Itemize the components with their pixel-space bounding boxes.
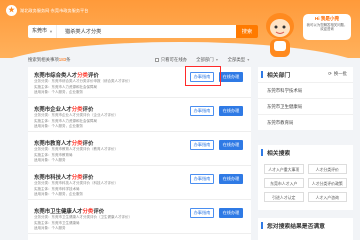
result-audience: 适用对象：个人服务，企业服务	[34, 124, 83, 128]
chevron-down-icon: ▼	[49, 29, 53, 34]
result-count-suffix: 条	[66, 57, 71, 62]
related-search-title: 相关搜索	[267, 151, 291, 157]
related-departments-title: 相关部门	[267, 73, 291, 79]
search-tag[interactable]: 引进人才认定	[264, 192, 304, 202]
online-apply-button[interactable]: 在线办理	[219, 106, 243, 116]
result-category: 业务分类：东莞市企业人才分类评价（企业人才评价）	[34, 113, 118, 117]
mascot-icon[interactable]	[262, 12, 298, 62]
dept-filter-label: 全部部门	[196, 57, 214, 62]
type-filter-label: 全部类型	[227, 57, 246, 62]
result-category: 业务分类：东莞市教育人才分类评价（教育人才评价）	[34, 147, 118, 151]
related-departments-header: 相关部门 ⟳ 换一批	[258, 67, 353, 82]
site-logo[interactable]: ★ 湖北政务服务网·东莞市政务服务平台	[6, 5, 88, 16]
result-audience: 适用对象：个人服务，企业服务	[34, 192, 83, 196]
guide-button[interactable]: 办事指南	[190, 174, 214, 184]
search-tag[interactable]: 人才分类评价	[307, 164, 347, 174]
online-only-checkbox[interactable]: 只看可在线办	[154, 57, 188, 63]
refresh-label: 换一批	[333, 71, 347, 76]
feedback-panel: 您对搜索结果是否满意	[258, 218, 353, 240]
related-search-tags: 人才入户重大事项 人才分类评价 东莞市人才入户 人才分类评价政策 引进人才认定 …	[258, 160, 353, 208]
department-link[interactable]: 东莞市教育局	[258, 114, 353, 130]
search-button[interactable]: 搜索	[236, 25, 258, 38]
guide-button[interactable]: 办事指南	[190, 106, 214, 116]
result-audience: 适用对象：个人服务	[34, 226, 66, 230]
chevron-down-icon: ▼	[215, 58, 219, 62]
related-search-panel: 相关搜索 人才入户重大事项 人才分类评价 东莞市人才入户 人才分类评价政策 引进…	[258, 145, 353, 210]
result-item: 东莞市企业人才分类评价 业务分类：东莞市企业人才分类评价（企业人才评价） 实施主…	[28, 101, 251, 132]
search-tag[interactable]: 人才入户咨询	[307, 192, 347, 202]
result-item: 东莞市教育人才分类评价 业务分类：东莞市教育人才分类评价（教育人才评价） 实施主…	[28, 135, 251, 166]
online-apply-button[interactable]: 在线办理	[219, 174, 243, 184]
result-title[interactable]: 东莞市综合类人才分类评价	[34, 71, 99, 79]
assistant-bubble-title: Hi 我是小莞	[314, 16, 340, 21]
related-search-header: 相关搜索	[258, 145, 353, 160]
result-audience: 适用对象：个人服务	[34, 158, 66, 162]
result-agency: 实施主体：东莞市人力资源和社会保障局	[34, 118, 97, 123]
result-category: 业务分类：东莞市卫生健康人才分类评价（卫生健康人才评价）	[34, 215, 132, 219]
chevron-down-icon: ▼	[246, 58, 250, 62]
result-category: 业务分类：东莞市科技人才分类评价（科技人才评价）	[34, 181, 118, 185]
result-count: 搜索到相关事项183条	[28, 57, 70, 63]
department-link[interactable]: 东莞市科学技术局	[258, 82, 353, 98]
result-title[interactable]: 东莞市科技人才分类评价	[34, 173, 93, 181]
search-tag[interactable]: 人才入户重大事项	[264, 164, 304, 174]
region-select-value: 东莞市	[32, 28, 48, 34]
result-count-number: 183	[58, 57, 67, 62]
highlight-box	[185, 66, 221, 86]
search-tag[interactable]: 人才分类评价政策	[307, 178, 347, 188]
result-agency: 实施主体：东莞市教育局	[34, 152, 73, 157]
type-filter-select[interactable]: 全部类型 ▼	[228, 57, 250, 63]
result-category: 业务分类：东莞市综合类人才分类评价申报（综合类人才评价）	[34, 79, 132, 83]
emblem-icon: ★	[6, 5, 17, 16]
result-agency: 实施主体：东莞市卫生健康局	[34, 220, 80, 225]
result-audience: 适用对象：个人服务，企业服务	[34, 90, 83, 94]
online-apply-button[interactable]: 在线办理	[219, 208, 243, 218]
assistant-bubble-text: 我可以为您解答相关问题，欢迎咨询	[306, 23, 348, 32]
site-logo-text: 湖北政务服务网·东莞市政务服务平台	[20, 7, 89, 13]
result-title[interactable]: 东莞市企业人才分类评价	[34, 105, 93, 113]
refresh-icon: ⟳	[328, 71, 332, 76]
result-list: 东莞市综合类人才分类评价 业务分类：东莞市综合类人才分类评价申报（综合类人才评价…	[28, 67, 251, 240]
result-agency: 实施主体：东莞市人力资源和社会保障局	[34, 84, 97, 89]
refresh-button[interactable]: ⟳ 换一批	[328, 71, 347, 77]
search-bar: 东莞市 ▼ 搜索	[28, 25, 258, 38]
online-apply-button[interactable]: 在线办理	[219, 140, 243, 150]
result-title[interactable]: 东莞市教育人才分类评价	[34, 139, 93, 147]
feedback-header: 您对搜索结果是否满意	[258, 218, 353, 233]
result-item: 东莞市科技人才分类评价 业务分类：东莞市科技人才分类评价（科技人才评价） 实施主…	[28, 169, 251, 200]
checkbox-icon	[154, 57, 160, 63]
assistant-bubble[interactable]: Hi 我是小莞 我可以为您解答相关问题，欢迎咨询	[303, 14, 351, 40]
guide-button[interactable]: 办事指南	[190, 140, 214, 150]
result-item: 东莞市卫生健康人才分类评价 业务分类：东莞市卫生健康人才分类评价（卫生健康人才评…	[28, 203, 251, 234]
guide-button[interactable]: 办事指南	[190, 208, 214, 218]
result-title[interactable]: 东莞市卫生健康人才分类评价	[34, 207, 104, 215]
online-only-label: 只看可在线办	[160, 57, 188, 62]
search-tag[interactable]: 东莞市人才入户	[264, 178, 304, 188]
region-select[interactable]: 东莞市 ▼	[28, 25, 56, 38]
feedback-title: 您对搜索结果是否满意	[267, 224, 325, 230]
result-count-prefix: 搜索到相关事项	[28, 57, 59, 62]
related-departments-panel: 相关部门 ⟳ 换一批 东莞市科学技术局 东莞市卫生健康局 东莞市教育局	[258, 67, 353, 130]
dept-filter-select[interactable]: 全部部门 ▼	[196, 57, 218, 63]
result-agency: 实施主体：东莞市科学技术局	[34, 186, 80, 191]
filter-bar: 搜索到相关事项183条 只看可在线办 全部部门 ▼ 全部类型 ▼	[28, 55, 250, 65]
online-apply-button[interactable]: 在线办理	[219, 72, 243, 82]
search-input[interactable]	[56, 25, 236, 38]
department-link[interactable]: 东莞市卫生健康局	[258, 98, 353, 114]
